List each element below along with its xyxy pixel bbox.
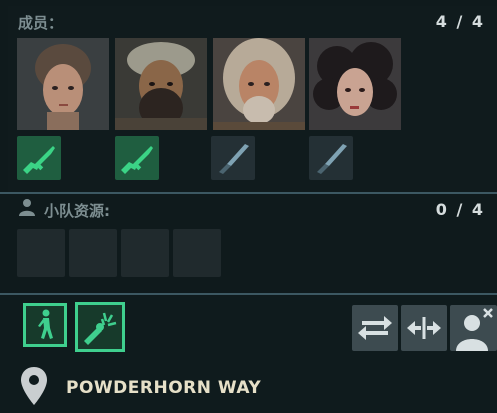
female-soldier-portrait [17,38,109,130]
resource-slot-2[interactable] [69,229,117,277]
weapon-slot-3[interactable] [211,136,255,180]
bearded-man-portrait [115,38,207,130]
member-portrait-3[interactable] [213,38,305,130]
resource-slot-1[interactable] [17,229,65,277]
members-label: 成员： [18,14,64,32]
resource-slot-4[interactable] [173,229,221,277]
swap-button[interactable] [352,305,398,351]
melee-attack-icon [84,312,117,345]
map-pin-icon [21,367,47,405]
split-arrows-icon [407,317,441,339]
curly-hair-woman-portrait [309,38,401,130]
member-portrait-2[interactable] [115,38,207,130]
split-button[interactable] [401,305,447,351]
squad-resources-label: 小队资源: [44,202,110,220]
squad-panel: 成员： 4 / 4 小队资源: 0 / 4 POWDERHORN WAY [0,0,497,413]
weapon-slot-2[interactable] [115,136,159,180]
weapon-slot-4[interactable] [309,136,353,180]
attack-button[interactable] [75,302,125,352]
section-divider [0,192,497,194]
weapon-slot-1[interactable] [17,136,61,180]
location-name: POWDERHORN WAY [66,378,262,398]
squad-resources-count: 0 / 4 [435,200,485,219]
rifle-icon [23,146,55,174]
remove-person-icon [456,308,493,351]
resource-slot-3[interactable] [121,229,169,277]
old-long-hair-man-portrait [213,38,305,130]
bottom-divider [0,293,497,295]
member-portrait-1[interactable] [17,38,109,130]
rifle-icon [121,146,153,174]
walk-button[interactable] [23,303,67,347]
walk-icon [38,309,53,339]
knife-icon [317,144,347,174]
member-portrait-4[interactable] [309,38,401,130]
members-count: 4 / 4 [435,12,485,31]
swap-arrows-icon [358,316,392,340]
remove-member-button[interactable] [450,305,497,351]
knife-icon [219,144,249,174]
person-icon [19,199,35,216]
